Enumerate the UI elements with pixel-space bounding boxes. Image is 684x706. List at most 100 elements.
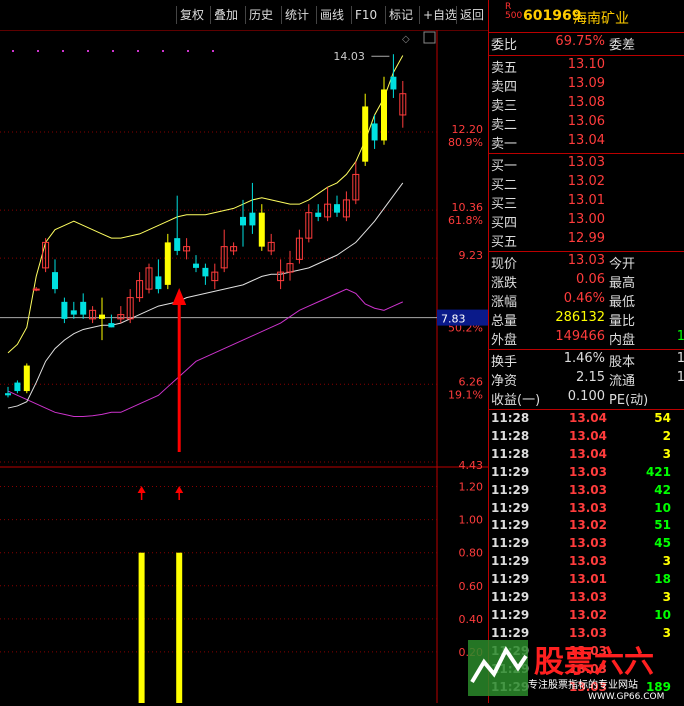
chart-toolbar: 复权 叠加 历史 统计 画线 F10 标记 +自选 返回 xyxy=(0,0,488,30)
indicator-axis-label: 0.40 xyxy=(459,613,484,626)
stat-label: 涨跌 xyxy=(491,276,518,291)
bid-price[interactable]: 12.99 xyxy=(568,231,605,246)
tick-volume: 3 xyxy=(662,446,671,461)
ask-label: 卖五 xyxy=(491,61,518,76)
stat-label2: 内盘 xyxy=(609,333,636,348)
tick-row: 11:29 13.03 42 xyxy=(489,483,684,501)
separator xyxy=(489,251,684,252)
stat2-label2: 股本 xyxy=(609,355,636,370)
ask-price[interactable]: 13.08 xyxy=(568,95,605,110)
kline-chart[interactable]: 12.2080.9%10.3661.8%9.2350.2%6.2619.1%4.… xyxy=(0,30,488,703)
tick-row: 11:29 13.03 45 xyxy=(489,536,684,554)
tick-volume: 421 xyxy=(645,464,671,479)
tick-time: 11:28 xyxy=(491,411,530,425)
tick-price: 13.04 xyxy=(569,446,607,461)
stock-name[interactable]: 海南矿业 xyxy=(573,8,629,28)
stat-label2: 量比 xyxy=(609,314,636,329)
tick-time: 11:29 xyxy=(491,482,530,497)
signal-small-arrow-head xyxy=(137,486,146,493)
tick-volume: 45 xyxy=(654,536,671,551)
toolbar-button-1[interactable]: 叠加 xyxy=(210,6,241,24)
weicha-label: 委差 xyxy=(609,38,636,53)
price-axis-label: 12.20 xyxy=(452,123,484,136)
top-dot-marker xyxy=(87,50,89,52)
tick-volume: 10 xyxy=(654,500,671,515)
indicator-axis-label: 0.60 xyxy=(459,580,484,593)
tick-time: 11:29 xyxy=(491,536,530,551)
stat2-extra: 1 xyxy=(676,351,684,366)
toolbar-button-5[interactable]: F10 xyxy=(351,6,380,24)
bid-price[interactable]: 13.03 xyxy=(568,155,605,170)
tick-price: 13.03 xyxy=(569,500,607,515)
stat-label: 现价 xyxy=(491,257,518,272)
ask-price[interactable]: 13.04 xyxy=(568,133,605,148)
peak-label: 14.03 xyxy=(333,50,365,63)
tick-volume: 3 xyxy=(662,554,671,569)
signal-small-arrow-head xyxy=(175,486,184,493)
stat-label2: 最高 xyxy=(609,276,636,291)
watermark-logo: 股票六六 专注股票指标的专业网站 WWW.GP66.COM xyxy=(468,632,684,703)
tick-row: 11:28 13.04 2 xyxy=(489,429,684,447)
stat2-value: 0.100 xyxy=(567,389,605,404)
current-price-tag: 7.83 xyxy=(441,313,466,326)
watermark-slogan: 专注股票指标的专业网站 xyxy=(528,678,638,691)
bid-price[interactable]: 13.01 xyxy=(568,193,605,208)
bid-price[interactable]: 13.00 xyxy=(568,212,605,227)
toolbar-button-7[interactable]: +自选 xyxy=(419,6,460,24)
tick-price: 13.01 xyxy=(569,572,607,587)
stat2-value: 1.46% xyxy=(563,351,605,366)
toolbar-button-2[interactable]: 历史 xyxy=(245,6,276,24)
stat2-value: 2.15 xyxy=(576,370,605,385)
indicator-axis-label: 1.00 xyxy=(459,514,484,527)
toolbar-button-4[interactable]: 画线 xyxy=(316,6,347,24)
tick-volume: 10 xyxy=(654,607,671,622)
ask-label: 卖一 xyxy=(491,137,518,152)
kline-chart-area[interactable]: 12.20 80.9% 10.36 61.8% 9.23 50.2% 6.26 19.1% 4.… xyxy=(0,30,488,703)
ask-price[interactable]: 13.10 xyxy=(568,57,605,72)
quote-panel: R 500 601969 海南矿业 委比 69.75% 委差 卖五 13.10 卖四 13.0… xyxy=(488,0,684,703)
bid-price[interactable]: 13.02 xyxy=(568,174,605,189)
candle-body xyxy=(155,276,162,290)
tick-time: 11:28 xyxy=(491,446,530,461)
price-axis-label: 9.23 xyxy=(459,249,484,262)
candle-body xyxy=(193,263,199,268)
ask-price[interactable]: 13.09 xyxy=(568,76,605,91)
diamond-icon: ◇ xyxy=(402,34,410,45)
candle-body xyxy=(174,238,181,251)
tick-row: 11:29 13.03 10 xyxy=(489,501,684,519)
stat2-extra: 1 xyxy=(676,370,684,385)
candle-body xyxy=(362,106,369,162)
tick-time: 11:29 xyxy=(491,464,530,479)
separator xyxy=(489,153,684,154)
candle-body xyxy=(70,310,77,315)
weibi-value: 69.75% xyxy=(555,34,605,49)
tick-volume: 42 xyxy=(654,482,671,497)
signal-volume-bar xyxy=(176,552,183,703)
ask-price[interactable]: 13.06 xyxy=(568,114,605,129)
price-axis-label: 10.36 xyxy=(452,201,484,214)
stat2-label: 净资 xyxy=(491,374,518,389)
stat-label: 总量 xyxy=(491,314,518,329)
stat-label: 涨幅 xyxy=(491,295,518,310)
separator xyxy=(489,349,684,350)
top-dot-marker xyxy=(212,50,214,52)
price-axis-label: 61.8% xyxy=(448,214,483,227)
stat-value: 0.06 xyxy=(576,272,605,287)
toolbar-button-8[interactable]: 返回 xyxy=(456,6,487,24)
watermark-brand: 股票六六 xyxy=(534,645,654,680)
signal-arrow-head xyxy=(172,288,187,305)
tick-volume: 2 xyxy=(662,428,671,443)
top-dot-marker xyxy=(187,50,189,52)
panel-toggle-icon xyxy=(423,31,436,44)
candle-body xyxy=(381,89,387,141)
toolbar-button-3[interactable]: 统计 xyxy=(281,6,312,24)
tick-price: 13.04 xyxy=(569,428,607,443)
candle-body xyxy=(258,212,265,247)
candle-body xyxy=(23,365,30,392)
toolbar-button-0[interactable]: 复权 xyxy=(176,6,207,24)
top-dot-marker xyxy=(137,50,139,52)
top-dot-marker xyxy=(62,50,64,52)
tick-row: 11:28 13.04 3 xyxy=(489,447,684,465)
toolbar-button-6[interactable]: 标记 xyxy=(385,6,416,24)
tick-time: 11:29 xyxy=(491,572,530,587)
